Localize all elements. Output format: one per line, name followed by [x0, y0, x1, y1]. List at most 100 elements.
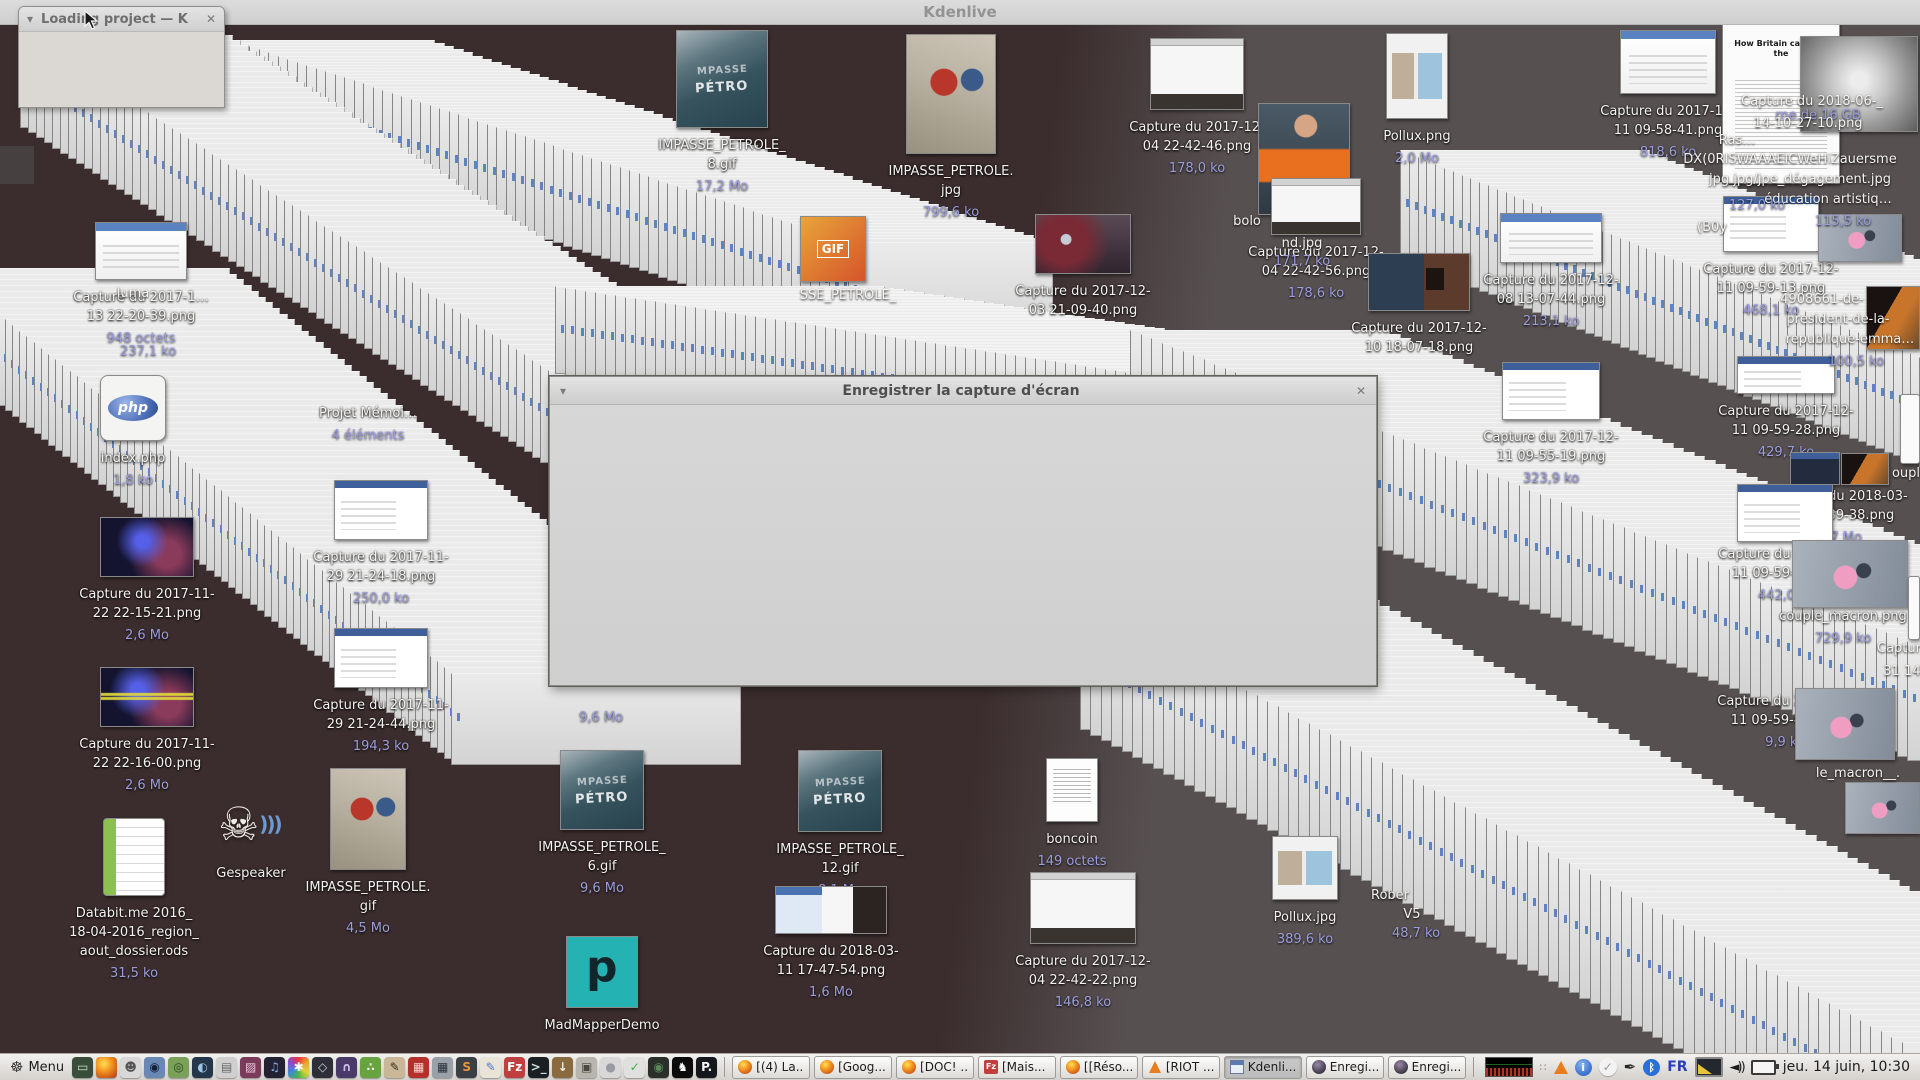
sphere-gray-icon[interactable]: ●	[600, 1056, 622, 1078]
cap-2017-12-04-22-42-56-thumbnail[interactable]	[1271, 178, 1361, 235]
impasse-petrole-12-gif-thumbnail[interactable]: MPASSE PÉTRO	[798, 750, 882, 832]
cap-2017-12-11-09-59-56-thumbnail[interactable]	[1737, 484, 1833, 542]
pen-icon[interactable]: ✎	[384, 1056, 406, 1078]
keyboard-layout[interactable]: FR	[1667, 1059, 1687, 1075]
floating-label: Rober	[1371, 888, 1409, 903]
spiral-icon[interactable]: ◎	[168, 1056, 190, 1078]
cap-2017-12-11-09-55-19-thumbnail[interactable]	[1502, 362, 1600, 420]
taskbar: ☸ Menu ▭ ☻ ◉ ◎ ◐ ▤ ▨ ♫ ✱ ◇ ∩ ∴ ✎ ▦ ▦ S ✎ Fz >_ ↓ ▣ ● ✓ ◉ ♞ P. [(4…	[0, 1053, 1920, 1080]
pollux-png-label: Pollux.png 2,0 Mo	[1383, 129, 1451, 166]
index-php-thumbnail[interactable]: php	[100, 375, 166, 441]
taskbar-window-mais[interactable]: Fz [Mais...	[977, 1055, 1056, 1079]
madmapper-demo-thumbnail[interactable]: d	[566, 936, 638, 1008]
archive-icon[interactable]: ▣	[576, 1056, 598, 1078]
taskbar-window-4la[interactable]: [(4) La...	[732, 1055, 811, 1079]
impasse-petrole-8-gif-thumbnail[interactable]: MPASSE PÉTRO	[676, 30, 768, 128]
cap-2017-12-11-09-58-41-thumbnail[interactable]	[1620, 30, 1716, 94]
plex-icon[interactable]: P.	[696, 1056, 718, 1078]
close-icon[interactable]: ✕	[1356, 384, 1366, 398]
boncoin-thumbnail[interactable]	[1046, 758, 1098, 822]
collapse-icon[interactable]: ▾	[27, 12, 33, 26]
shield-info-icon[interactable]: i	[1574, 1058, 1592, 1076]
photo-couple-2-thumbnail[interactable]	[1795, 688, 1895, 760]
taskbar-window-goog[interactable]: [Goog...	[814, 1055, 893, 1079]
cap-2017-11-29-21-24-44-thumbnail[interactable]	[334, 628, 428, 688]
package-down-icon[interactable]: ↓	[552, 1056, 574, 1078]
face-icon[interactable]: ☻	[120, 1056, 142, 1078]
loading-project-window[interactable]: ▾ Loading project — K ✕	[18, 6, 225, 108]
cap-2017-12-03-21-09-40-thumbnail[interactable]	[1035, 214, 1131, 274]
taskbar-window-riot[interactable]: [RIOT ...	[1141, 1055, 1220, 1079]
vlc-icon[interactable]	[1553, 1060, 1568, 1074]
cap-2017-11-29-21-24-18-thumbnail[interactable]	[334, 480, 428, 540]
sphere-icon	[1311, 1060, 1326, 1074]
cap-2017-11-22-22-16-00-thumbnail[interactable]	[100, 667, 194, 727]
taskbar-window-rso[interactable]: [[Réso...	[1059, 1055, 1138, 1079]
horse-icon[interactable]: ♞	[672, 1056, 694, 1078]
taskbar-window-doc[interactable]: [DOC! ...	[896, 1055, 974, 1079]
sublime-icon[interactable]: S	[456, 1056, 478, 1078]
pinwheel-icon[interactable]: ✱	[288, 1056, 310, 1078]
cap-2017-12-04-22-42-46-thumbnail[interactable]	[1150, 38, 1244, 110]
cap-2017-13-22-20-39-thumbnail[interactable]	[95, 222, 187, 280]
music-icon[interactable]: ♫	[264, 1056, 286, 1078]
clock-check-icon[interactable]: ✓	[624, 1056, 646, 1078]
terminal-window-icon[interactable]: ▭	[72, 1056, 94, 1078]
window-button-label: [(4) La...	[756, 1060, 805, 1074]
close-icon[interactable]: ✕	[206, 12, 216, 26]
taskbar-window-enregi[interactable]: Enregi...	[1387, 1055, 1466, 1079]
notes-icon[interactable]: ✎	[480, 1056, 502, 1078]
cap-2017-12-04-22-42-22-thumbnail[interactable]	[1030, 872, 1136, 944]
device-white-thumbnail[interactable]	[1900, 394, 1920, 464]
cap-2017-12-11-09-59-28-thumbnail[interactable]	[1737, 356, 1835, 394]
tray-handle-icon[interactable]: ∷	[1540, 1061, 1547, 1074]
toolbox-icon[interactable]: ▦	[408, 1056, 430, 1078]
terminal-icon[interactable]: >_	[528, 1056, 550, 1078]
brush-icon[interactable]: ✒	[1624, 1058, 1637, 1076]
gespeaker-thumbnail[interactable]: ☠)))	[218, 792, 284, 856]
cap-2017-12-08-13-07-44-thumbnail[interactable]	[1500, 213, 1602, 263]
doc-small-right-thumbnail[interactable]	[1908, 576, 1920, 640]
unity-icon[interactable]: ◇	[312, 1056, 334, 1078]
dialog-titlebar[interactable]: ▾ Enregistrer la capture d'écran ✕	[550, 377, 1376, 405]
photo-couple-macron-thumbnail[interactable]	[1792, 540, 1908, 608]
globe-icon[interactable]: ◐	[192, 1056, 214, 1078]
save-screenshot-dialog[interactable]: ▾ Enregistrer la capture d'écran ✕	[549, 376, 1377, 686]
impasse-petrole-jpg-thumbnail[interactable]	[906, 34, 996, 154]
photo-robot-thumbnail[interactable]	[1841, 453, 1889, 485]
cap-2017-11-22-22-15-21-thumbnail[interactable]	[100, 517, 194, 577]
card-icon[interactable]: ▤	[216, 1056, 238, 1078]
impasse-petrole-jpg-label: IMPASSE_PETROLE. jpg 799,6 ko	[888, 164, 1014, 220]
fb-small-thumbnail[interactable]	[1790, 452, 1840, 485]
camera-eye-icon[interactable]: ◉	[648, 1056, 670, 1078]
filezilla-icon[interactable]: Fz	[504, 1056, 526, 1078]
taskbar-window-enregi[interactable]: Enregi...	[1305, 1055, 1384, 1079]
menu-button[interactable]: ☸ Menu	[6, 1058, 68, 1076]
calculator-icon[interactable]: ▦	[432, 1056, 454, 1078]
molecule-icon[interactable]: ∴	[360, 1056, 382, 1078]
film-icon[interactable]: ▨	[240, 1056, 262, 1078]
databit-ods-thumbnail[interactable]	[103, 818, 165, 896]
loading-window-titlebar[interactable]: ▾ Loading project — K ✕	[19, 7, 224, 32]
pollux-jpg-thumbnail[interactable]	[1272, 836, 1338, 900]
pollux-png-thumbnail[interactable]	[1386, 33, 1448, 119]
impasse-petrole-gif-thumbnail[interactable]	[330, 768, 406, 870]
taskbar-window-kdenli[interactable]: Kdenli...	[1223, 1055, 1302, 1079]
headphones-icon[interactable]: ∩	[336, 1056, 358, 1078]
bluetooth-icon[interactable]: ᛒ	[1643, 1058, 1661, 1076]
firefox-icon	[738, 1060, 753, 1074]
update-check-icon[interactable]: ✓	[1598, 1058, 1617, 1076]
dialog-body	[550, 405, 1376, 685]
gif-icon-thumbnail[interactable]: GIF	[800, 216, 866, 282]
floating-label: president-de-la-	[1786, 312, 1890, 327]
cap-2018-03-11-17-47-54-thumbnail[interactable]	[775, 886, 887, 934]
display-settings-icon[interactable]	[1694, 1057, 1723, 1077]
eye-icon[interactable]: ◉	[144, 1056, 166, 1078]
floating-label: 127,0 ko	[1728, 198, 1786, 213]
firefox-icon[interactable]	[96, 1056, 118, 1078]
photo-le-macron-thumbnail[interactable]	[1845, 782, 1920, 834]
cpu-graph-icon[interactable]	[1484, 1057, 1533, 1077]
battery-icon[interactable]	[1750, 1059, 1779, 1075]
impasse-petrole-6-gif-thumbnail[interactable]: MPASSE PÉTRO	[560, 750, 644, 830]
volume-icon[interactable]: ◄))	[1730, 1060, 1746, 1075]
